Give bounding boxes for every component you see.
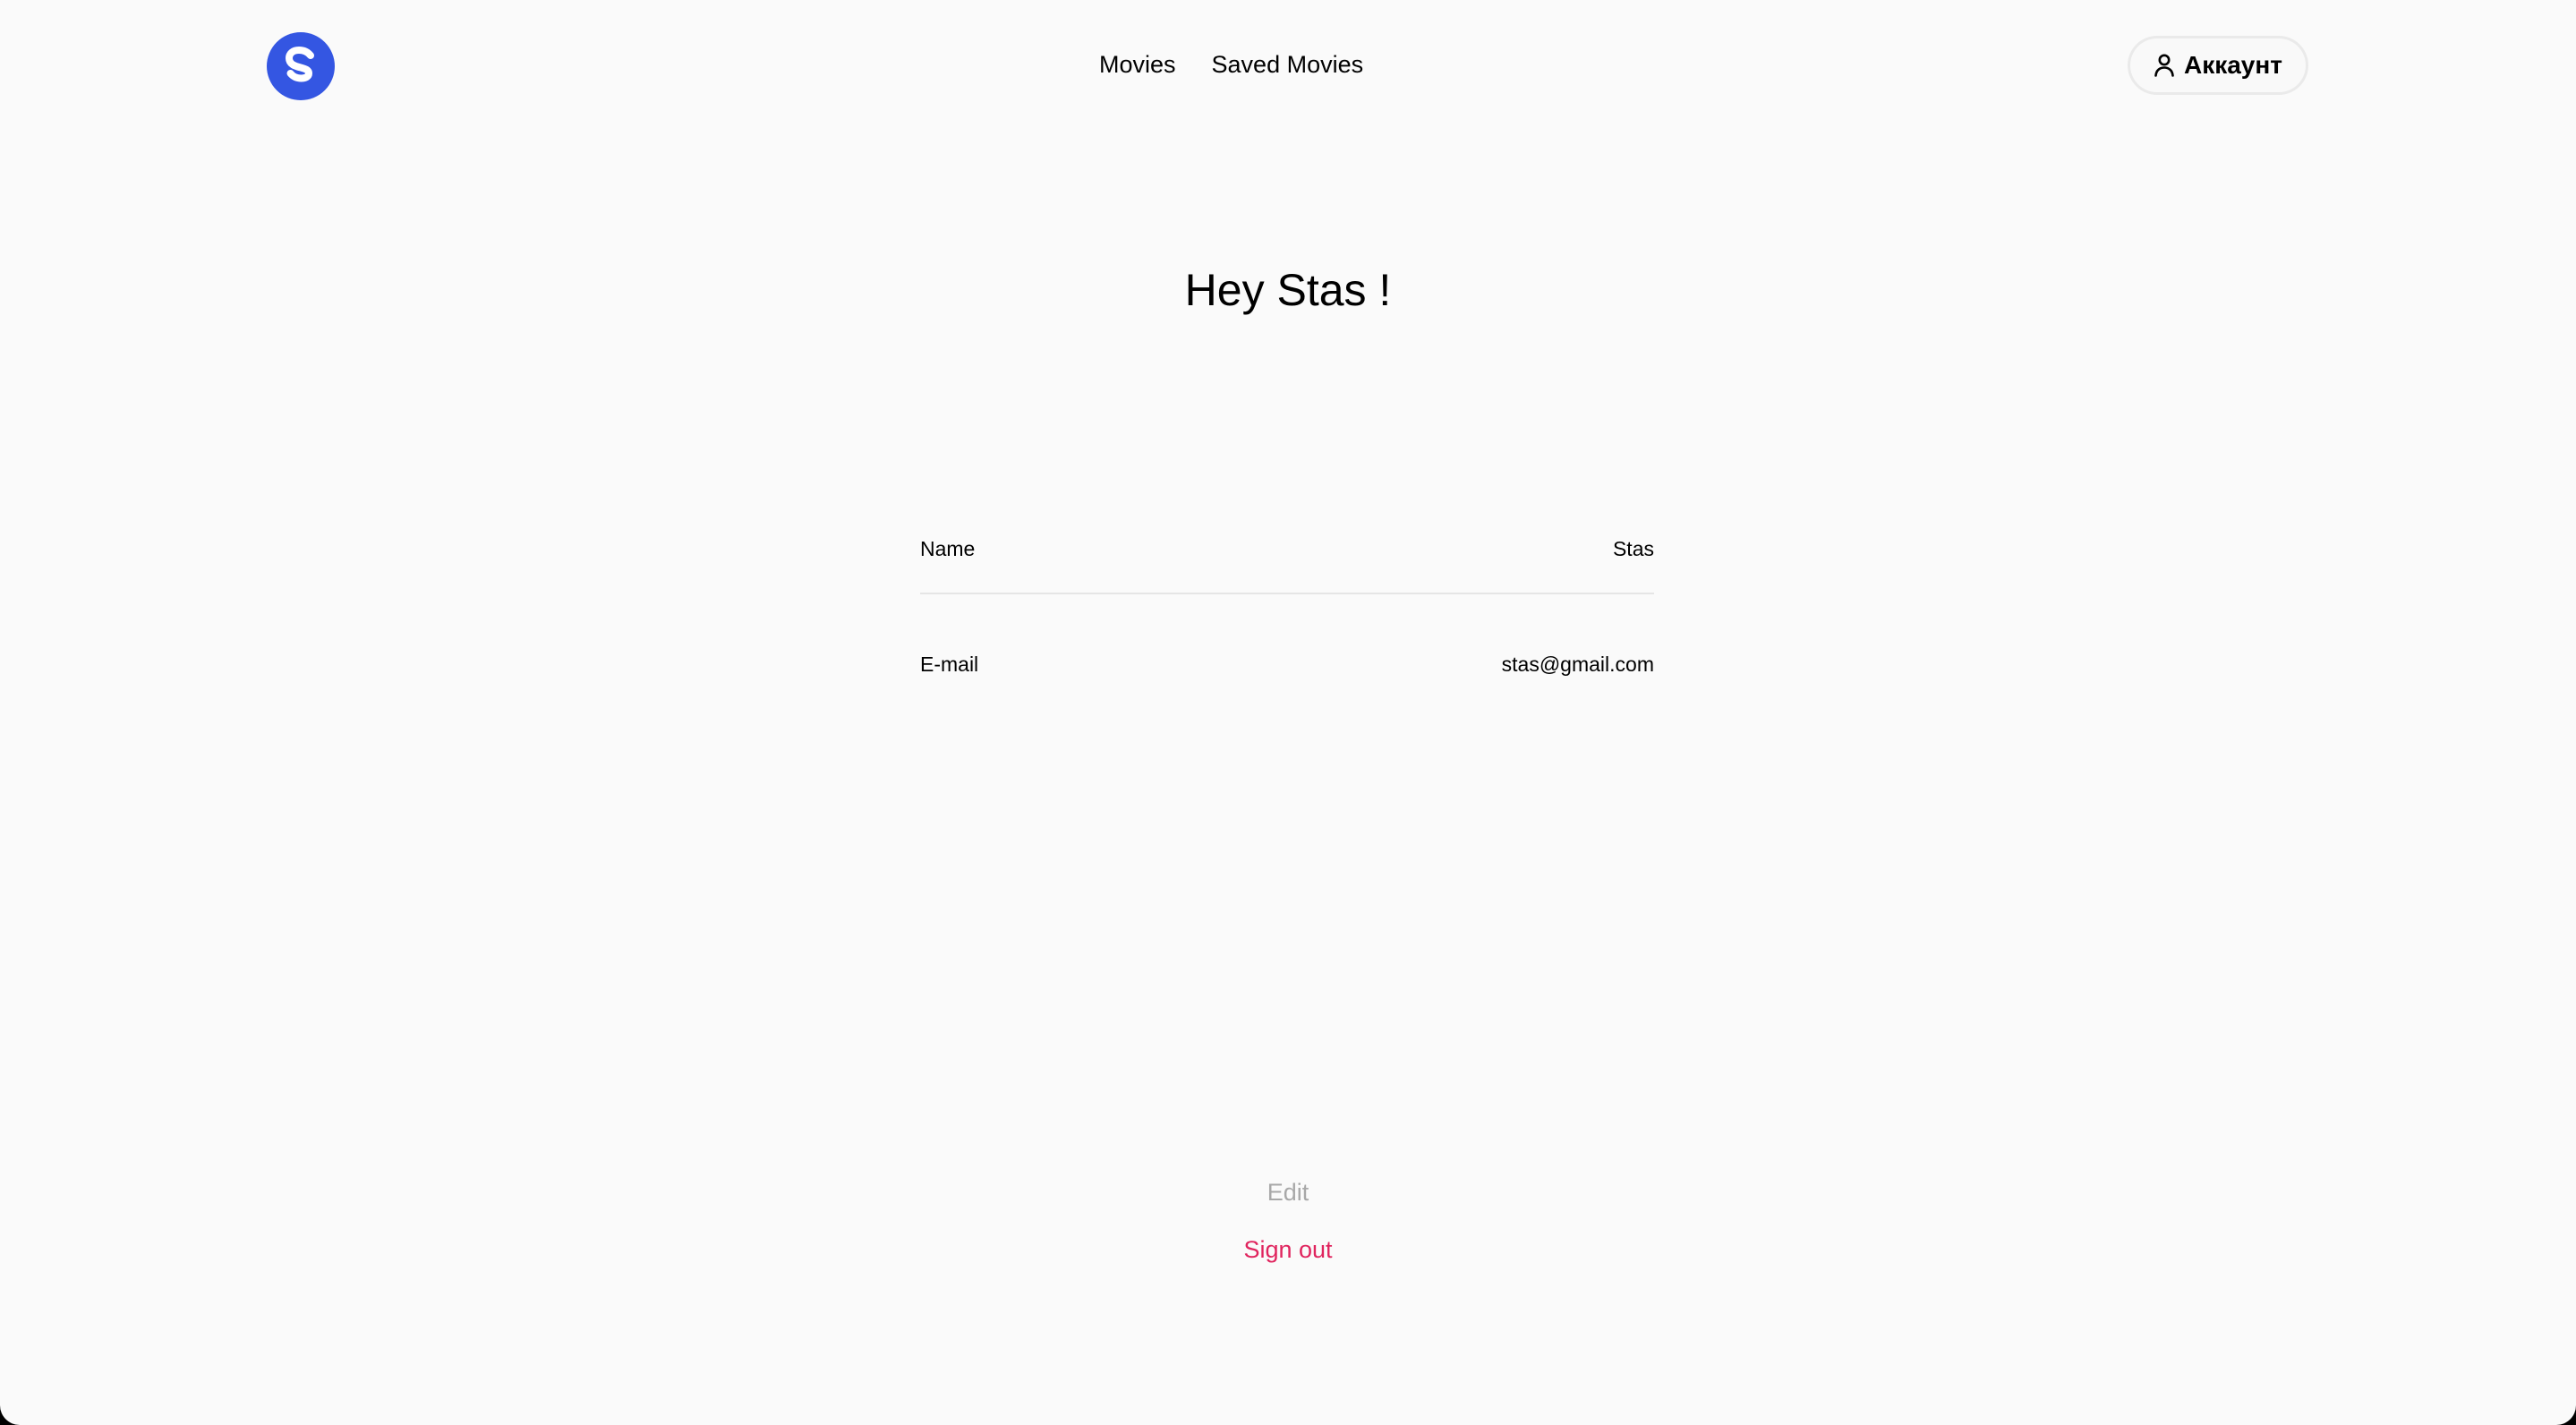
nav-link-saved-movies[interactable]: Saved Movies: [1212, 47, 1364, 82]
divider: [920, 593, 1654, 594]
logo[interactable]: [267, 32, 335, 100]
user-icon: [2154, 54, 2175, 77]
page-title: Hey Stas !: [1184, 265, 1392, 315]
nav-link-movies[interactable]: Movies: [1099, 47, 1176, 82]
email-value: stas@gmail.com: [1501, 652, 1654, 676]
sign-out-button[interactable]: Sign out: [1243, 1230, 1332, 1269]
profile-info: Name Stas E-mail stas@gmail.com: [920, 526, 1654, 687]
profile-row-name: Name Stas: [920, 526, 1654, 571]
account-label: Аккаунт: [2183, 51, 2283, 79]
account-button[interactable]: Аккаунт: [2130, 38, 2306, 92]
main-nav: Movies Saved Movies: [1099, 47, 1363, 82]
profile-actions: Edit Sign out: [0, 1173, 2576, 1269]
name-label: Name: [920, 536, 976, 560]
profile-row-email: E-mail stas@gmail.com: [920, 642, 1654, 687]
profile-page: Movies Saved Movies Аккаунт Hey Stas ! N…: [0, 0, 2576, 1425]
email-label: E-mail: [920, 652, 979, 676]
s-logo-icon: [285, 47, 314, 82]
edit-button[interactable]: Edit: [1267, 1173, 1309, 1212]
name-value: Stas: [1612, 536, 1654, 560]
